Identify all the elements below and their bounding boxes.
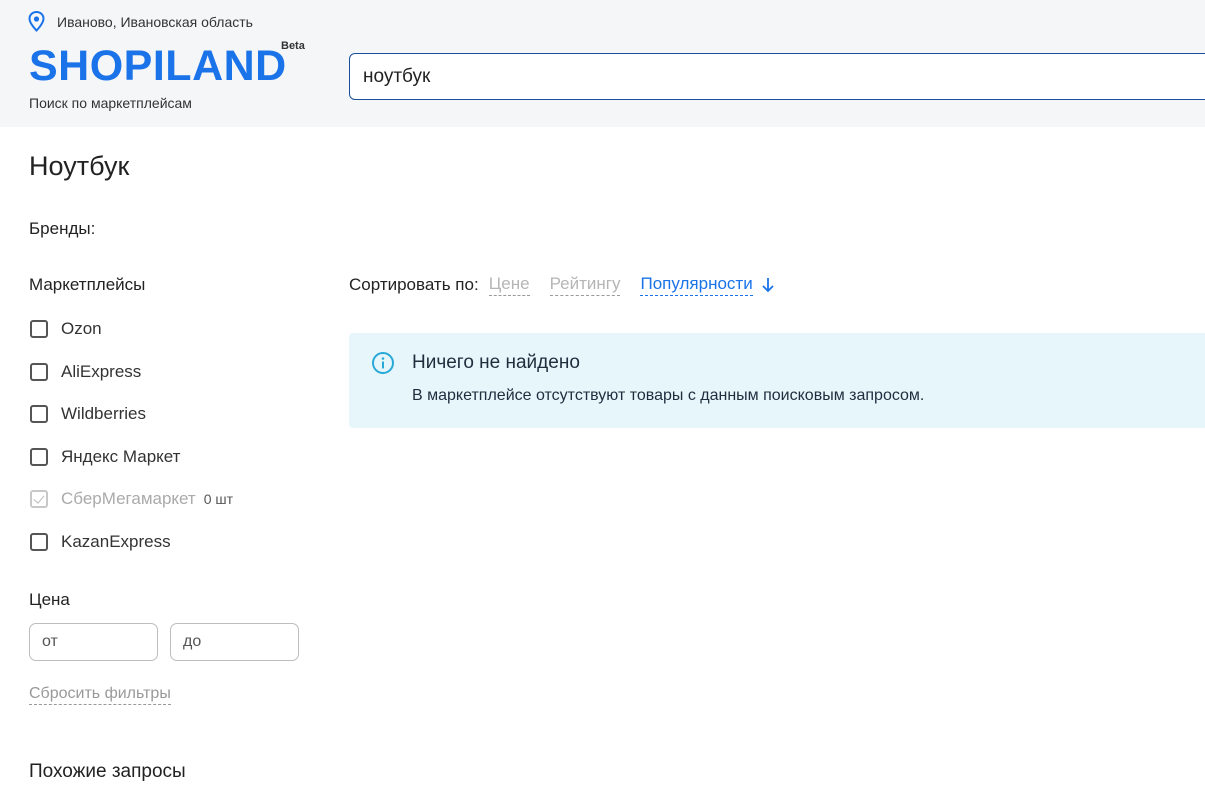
page-title: Ноутбук	[29, 151, 130, 181]
marketplace-yandex-market[interactable]: Яндекс Маркет	[30, 446, 180, 468]
sort-by-price[interactable]: Цене	[488, 274, 530, 296]
logo[interactable]: SHOPILAND	[29, 40, 287, 92]
price-to-input[interactable]	[170, 623, 299, 661]
sort-by-rating[interactable]: Рейтингу	[549, 274, 621, 296]
marketplace-label: KazanExpress	[61, 532, 171, 551]
marketplace-aliexpress[interactable]: AliExpress	[30, 361, 141, 383]
marketplaces-label: Маркетплейсы	[29, 275, 146, 294]
marketplace-label: Яндекс Маркет	[61, 447, 181, 466]
location-text: Иваново, Ивановская область	[57, 13, 253, 30]
sort-label: Сортировать по:	[349, 275, 479, 294]
location-selector[interactable]: Иваново, Ивановская область	[28, 11, 253, 32]
reset-filters-link[interactable]: Сбросить фильтры	[29, 685, 171, 705]
marketplace-kazanexpress[interactable]: KazanExpress	[30, 531, 171, 553]
marketplace-label: AliExpress	[61, 362, 142, 381]
arrow-down-icon[interactable]	[761, 277, 775, 293]
no-results-alert: Ничего не найдено В маркетплейсе отсутст…	[349, 333, 1205, 428]
checkbox-disabled	[30, 490, 48, 508]
marketplace-count: 0 шт	[203, 491, 234, 507]
beta-badge: Beta	[281, 40, 305, 52]
marketplace-sbermegamarket: СберМегамаркет 0 шт	[30, 488, 233, 510]
checkbox[interactable]	[30, 533, 48, 551]
header: Иваново, Ивановская область SHOPILAND Be…	[0, 0, 1205, 127]
alert-text: В маркетплейсе отсутствуют товары с данн…	[412, 387, 925, 404]
marketplace-label: СберМегамаркет	[61, 489, 196, 508]
checkbox[interactable]	[30, 363, 48, 381]
sort-by-popularity[interactable]: Популярности	[640, 274, 753, 296]
brands-label: Бренды:	[29, 219, 96, 238]
checkbox[interactable]	[30, 448, 48, 466]
price-label: Цена	[29, 590, 70, 609]
marketplace-ozon[interactable]: Ozon	[30, 318, 102, 340]
alert-title: Ничего не найдено	[412, 352, 580, 373]
marketplace-wildberries[interactable]: Wildberries	[30, 403, 146, 425]
checkbox[interactable]	[30, 405, 48, 423]
similar-queries-label: Похожие запросы	[29, 761, 186, 782]
price-from-input[interactable]	[29, 623, 158, 661]
tagline: Поиск по маркетплейсам	[29, 95, 192, 111]
marketplace-label: Ozon	[61, 319, 102, 338]
sort-bar: Сортировать по: Цене Рейтингу Популярнос…	[349, 274, 775, 296]
marketplace-label: Wildberries	[61, 404, 147, 423]
location-pin-icon	[28, 11, 45, 32]
checkbox[interactable]	[30, 320, 48, 338]
info-icon	[372, 352, 394, 374]
search-input[interactable]	[349, 53, 1205, 100]
